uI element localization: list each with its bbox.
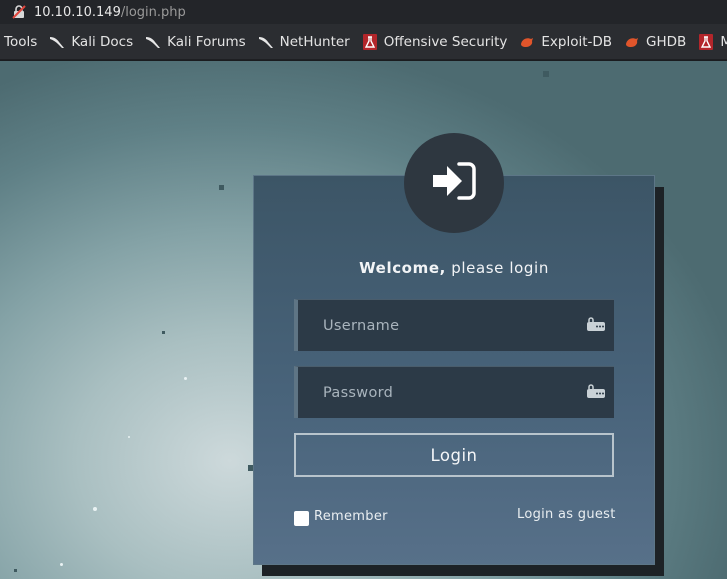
username-input[interactable] (323, 317, 563, 334)
bookmark-label: NetHunter (279, 33, 350, 50)
password-input[interactable] (323, 384, 563, 401)
page-background: Welcome, please login Login Remember Log… (0, 61, 727, 579)
offsec-icon (362, 33, 378, 50)
password-field[interactable] (294, 366, 614, 418)
url-host: 10.10.10.149 (34, 4, 121, 20)
url-path: /login.php (120, 4, 186, 20)
welcome-rest: please login (445, 259, 549, 277)
particle (60, 563, 63, 566)
bookmark-offensive-security[interactable]: Offensive Security (362, 33, 508, 50)
particle (184, 377, 187, 380)
particle (219, 185, 224, 190)
bookmark-ghdb[interactable]: GHDB (624, 34, 686, 50)
password-manager-icon[interactable] (586, 384, 606, 400)
remember-label: Remember (314, 509, 388, 524)
sign-in-icon (431, 161, 477, 205)
particle (543, 71, 549, 77)
bookmark-label: GHDB (646, 33, 687, 50)
bookmark-kali-forums[interactable]: Kali Forums (145, 34, 246, 50)
bookmark-label: MS (720, 34, 727, 50)
bookmark-label: Exploit-DB (541, 33, 613, 50)
login-as-guest-link[interactable]: Login as guest (517, 507, 616, 522)
username-field[interactable] (294, 299, 614, 351)
bookmark-label: Kali Forums (167, 33, 246, 50)
password-manager-icon[interactable] (586, 317, 606, 333)
particle (128, 436, 130, 438)
bookmark-exploit-db[interactable]: Exploit-DB (519, 34, 612, 50)
particle (14, 569, 17, 572)
welcome-text: Welcome, please login (253, 259, 655, 277)
exploitdb-icon (519, 34, 535, 50)
bookmark-label: Kali Docs (71, 33, 134, 50)
bookmark-ms[interactable]: MS (698, 33, 727, 50)
login-button[interactable]: Login (294, 433, 614, 477)
welcome-bold: Welcome, (359, 259, 446, 277)
remember-checkbox[interactable] (294, 511, 309, 526)
remember-checkbox-row[interactable]: Remember (294, 507, 388, 526)
offsec-icon (698, 33, 714, 50)
exploitdb-icon (624, 34, 640, 50)
bookmarks-bar: i Tools Kali Docs Kali Forums NetHunter … (0, 24, 727, 60)
kali-dragon-icon (258, 34, 274, 50)
bookmark-label: Offensive Security (383, 33, 508, 50)
particle (93, 507, 97, 511)
kali-dragon-icon (49, 34, 65, 50)
insecure-connection-icon[interactable] (12, 5, 26, 19)
login-avatar (404, 133, 504, 233)
particle (162, 331, 165, 334)
bookmark-label: i Tools (0, 33, 38, 50)
bookmark-kali-docs[interactable]: Kali Docs (49, 34, 133, 50)
kali-dragon-icon (145, 34, 161, 50)
bookmark-kali-tools[interactable]: i Tools (0, 34, 37, 50)
url-text[interactable]: 10.10.10.149/login.php (34, 5, 186, 20)
url-bar[interactable]: 10.10.10.149/login.php (0, 0, 727, 24)
bookmark-nethunter[interactable]: NetHunter (258, 34, 350, 50)
